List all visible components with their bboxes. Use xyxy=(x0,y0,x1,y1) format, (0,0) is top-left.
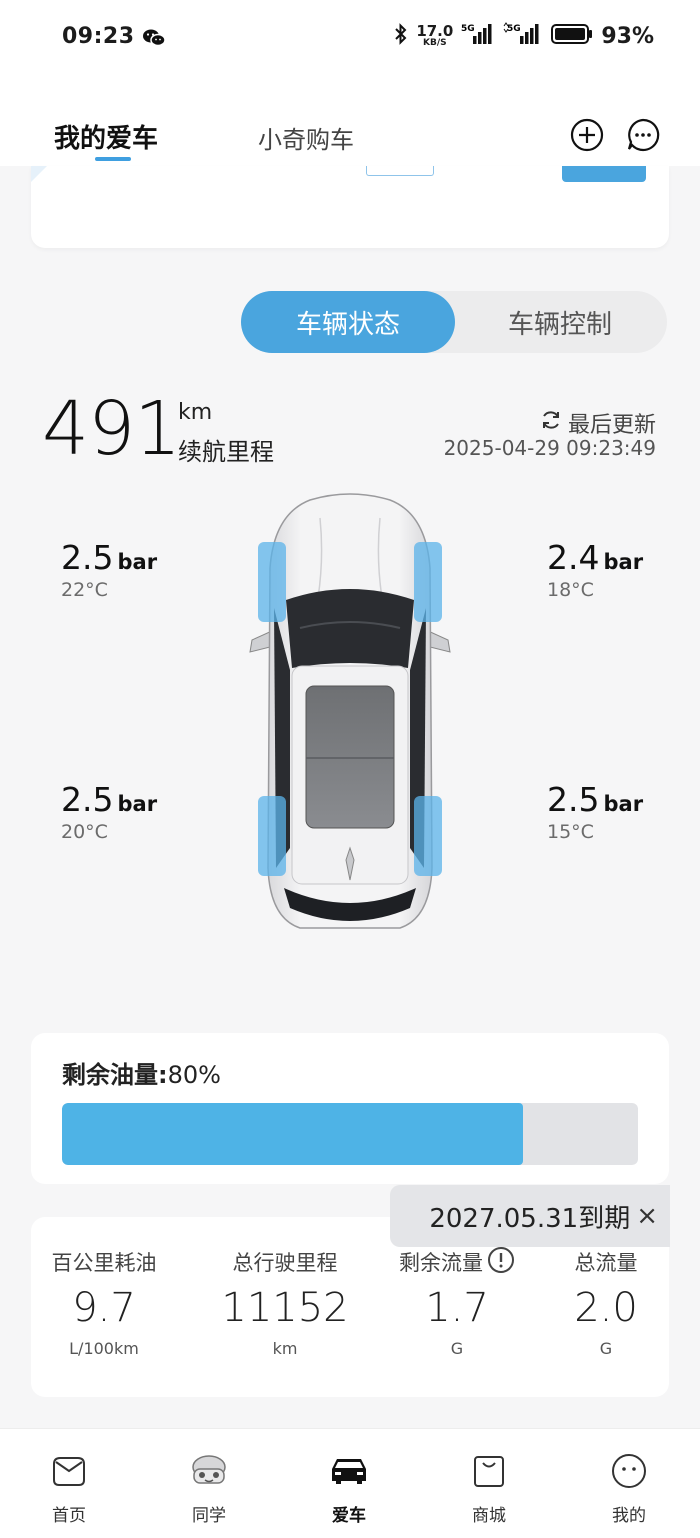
car-info-card xyxy=(31,166,669,248)
nav-label: 首页 xyxy=(52,1506,86,1526)
stat-label: 总流量 xyxy=(574,1251,638,1275)
fuel-level-fill xyxy=(62,1103,523,1165)
fuel-percent: 80% xyxy=(167,1061,221,1089)
classmate-icon xyxy=(169,1451,249,1491)
tyre-temperature: 18°C xyxy=(547,579,594,601)
stat-total-data: 总流量 2.0 G xyxy=(531,1247,681,1358)
nav-item-home[interactable]: 首页 xyxy=(29,1451,109,1526)
tyre-rear-left: 2.5 bar 20°C xyxy=(61,780,157,843)
svg-text:5G: 5G xyxy=(507,24,521,34)
tyre-temperature: 22°C xyxy=(61,579,108,601)
expiry-text: 2027.05.31到期 xyxy=(429,1203,631,1234)
stat-label: 总行驶里程 xyxy=(232,1251,338,1275)
message-icon[interactable] xyxy=(626,118,660,152)
stat-unit: L/100km xyxy=(69,1339,139,1358)
nav-item-classmate[interactable]: 同学 xyxy=(169,1451,249,1526)
tyre-pressure-unit: bar xyxy=(117,550,158,574)
nav-label: 同学 xyxy=(192,1506,226,1526)
nav-label: 商城 xyxy=(472,1506,506,1526)
fuel-label: 剩余油量:80% xyxy=(62,1061,221,1089)
nav-item-my-car[interactable]: 爱车 xyxy=(309,1451,389,1526)
stat-value: 11152 xyxy=(221,1285,349,1331)
svg-text:5G: 5G xyxy=(461,24,475,34)
tab-buy-car[interactable]: 小奇购车 xyxy=(258,120,354,155)
refresh-icon xyxy=(540,409,562,437)
tyre-temperature: 15°C xyxy=(547,821,594,843)
status-control-segment: 车辆状态 车辆控制 xyxy=(241,291,667,353)
net-speed: 17.0 KB/S xyxy=(416,22,454,48)
refresh-button[interactable]: 最后更新 xyxy=(540,407,656,439)
nav-item-shop[interactable]: 商城 xyxy=(449,1451,529,1526)
stat-label: 百公里耗油 xyxy=(51,1251,157,1275)
nav-label: 爱车 xyxy=(332,1506,366,1526)
battery-percent: 93% xyxy=(601,23,654,49)
stat-unit: G xyxy=(599,1339,613,1358)
range-unit: km xyxy=(178,400,213,425)
stat-fuel-consumption: 百公里耗油 9.7 L/100km xyxy=(29,1247,179,1358)
bluetooth-icon xyxy=(394,22,408,50)
status-time: 09:23 xyxy=(62,24,135,49)
car-icon xyxy=(309,1451,389,1491)
range-value: 491 xyxy=(42,386,181,472)
tyre-front-right: 2.4 bar 18°C xyxy=(547,538,643,601)
signal-icon: 5G xyxy=(461,22,495,50)
tyre-pressure-unit: bar xyxy=(117,792,158,816)
signal-icon: 5G xyxy=(503,22,543,50)
app-header: 我的爱车 小奇购车 xyxy=(0,78,700,166)
shop-icon xyxy=(449,1451,529,1491)
add-icon[interactable] xyxy=(570,118,604,152)
tab-vehicle-control[interactable]: 车辆控制 xyxy=(453,291,667,353)
model-badge xyxy=(366,166,434,176)
tyre-pressure: 2.5 xyxy=(547,780,600,819)
info-icon[interactable] xyxy=(487,1246,515,1279)
wechat-icon xyxy=(142,28,166,52)
fuel-card: 剩余油量:80% xyxy=(31,1033,669,1184)
stat-value: 9.7 xyxy=(72,1285,136,1331)
card-corner-ribbon xyxy=(31,166,47,182)
home-icon xyxy=(29,1451,109,1491)
tab-my-car[interactable]: 我的爱车 xyxy=(54,118,158,155)
nav-item-profile[interactable]: 我的 xyxy=(589,1451,669,1526)
tab-vehicle-status[interactable]: 车辆状态 xyxy=(241,291,455,353)
tyre-pressure: 2.5 xyxy=(61,538,114,577)
tyre-pressure: 2.4 xyxy=(547,538,600,577)
stat-unit: G xyxy=(450,1339,464,1358)
expiry-notice[interactable]: 2027.05.31到期 × xyxy=(390,1185,670,1247)
tyre-front-left: 2.5 bar 22°C xyxy=(61,538,157,601)
fuel-level-bar xyxy=(62,1103,638,1165)
range-label: 续航里程 xyxy=(178,438,274,466)
tyre-pressure-unit: bar xyxy=(603,550,644,574)
status-bar: 09:23 17.0 KB/S 5G 5G 93% xyxy=(0,0,700,78)
tyre-pressure-unit: bar xyxy=(603,792,644,816)
stat-unit: km xyxy=(272,1339,298,1358)
stat-value: 1.7 xyxy=(425,1285,489,1331)
stat-label: 剩余流量 xyxy=(399,1251,483,1275)
battery-icon xyxy=(551,23,593,49)
stat-remaining-data: 剩余流量 1.7 G xyxy=(382,1246,532,1358)
last-update-label: 最后更新 xyxy=(567,413,656,438)
nav-label: 我的 xyxy=(612,1506,646,1526)
close-icon[interactable]: × xyxy=(636,1201,658,1231)
tyre-rear-right: 2.5 bar 15°C xyxy=(547,780,643,843)
stat-value: 2.0 xyxy=(574,1285,638,1331)
profile-icon xyxy=(589,1451,669,1491)
car-top-view-image xyxy=(240,488,460,938)
verified-button[interactable] xyxy=(562,166,646,182)
tyre-temperature: 20°C xyxy=(61,821,108,843)
active-tab-indicator xyxy=(95,157,131,161)
stat-total-mileage: 总行驶里程 11152 km xyxy=(210,1247,360,1358)
last-update-time: 2025-04-29 09:23:49 xyxy=(443,436,656,460)
bottom-nav: 首页 同学 爱车 商城 我的 xyxy=(0,1428,700,1538)
tyre-pressure: 2.5 xyxy=(61,780,114,819)
